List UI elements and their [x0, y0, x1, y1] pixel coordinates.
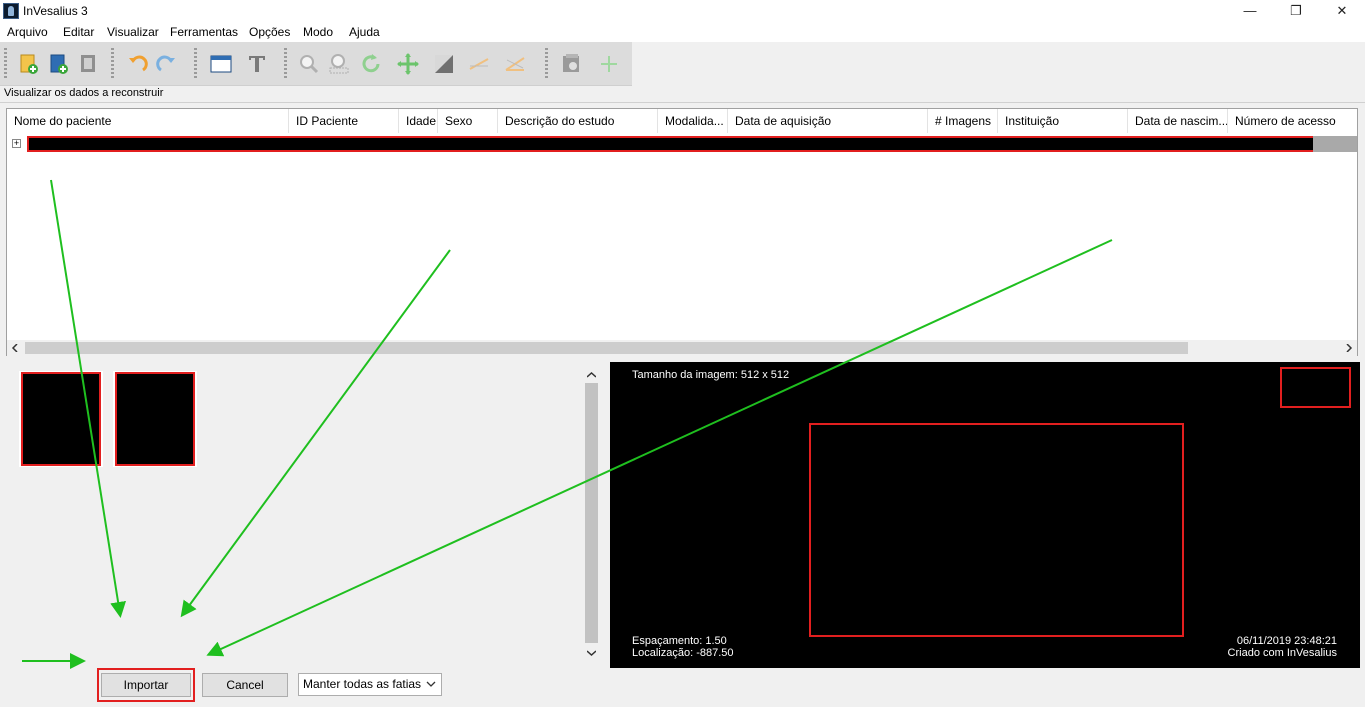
- pan-icon[interactable]: [395, 51, 421, 77]
- toolbar: [0, 42, 632, 86]
- contrast-icon[interactable]: [431, 51, 457, 77]
- column-header-institution[interactable]: Instituição: [998, 109, 1128, 133]
- menu-bar: Arquivo Editar Visualizar Ferramentas Op…: [0, 23, 1365, 42]
- minimize-button[interactable]: —: [1227, 0, 1273, 23]
- column-header-study-description[interactable]: Descrição do estudo: [498, 109, 658, 133]
- location-label: Localização: -887.50: [632, 647, 734, 659]
- window-title: InVesalius 3: [23, 4, 88, 18]
- toolbar-grip[interactable]: [4, 48, 7, 80]
- toolbar-grip[interactable]: [545, 48, 548, 80]
- close-button[interactable]: ✕: [1319, 0, 1365, 23]
- slice-option-select[interactable]: Manter todas as fatias: [298, 673, 442, 696]
- vertical-scrollbar[interactable]: [583, 365, 600, 662]
- slice-option-value: Manter todas as fatias: [303, 677, 422, 691]
- measure-linear-icon[interactable]: [466, 51, 492, 77]
- column-header-access-number[interactable]: Número de acesso: [1228, 109, 1357, 133]
- row-expander-icon[interactable]: +: [12, 139, 21, 148]
- scroll-up-icon[interactable]: [587, 371, 596, 379]
- scroll-left-icon[interactable]: [11, 344, 19, 352]
- column-header-age[interactable]: Idade: [399, 109, 438, 133]
- undo-icon[interactable]: [124, 51, 150, 77]
- credit-label: Criado com InVesalius: [1227, 647, 1337, 659]
- app-icon: [3, 3, 19, 19]
- datetime-label: 06/11/2019 23:48:21: [1236, 635, 1337, 647]
- patient-table[interactable]: Nome do paciente ID Paciente Idade Sexo …: [6, 108, 1358, 356]
- cancel-button[interactable]: Cancel: [202, 673, 288, 697]
- add-icon[interactable]: [596, 51, 622, 77]
- menu-opcoes[interactable]: Opções: [249, 25, 290, 39]
- column-header-patient-id[interactable]: ID Paciente: [289, 109, 399, 133]
- import-other-icon[interactable]: [46, 51, 72, 77]
- toolbar-background: [632, 42, 1365, 85]
- measure-angle-icon[interactable]: [502, 51, 528, 77]
- zoom-icon[interactable]: [296, 51, 322, 77]
- slice-thumbnail[interactable]: [115, 372, 195, 466]
- table-row-remainder: [1313, 136, 1357, 152]
- chevron-down-icon: [426, 681, 436, 687]
- open-project-icon[interactable]: [76, 51, 102, 77]
- column-header-modality[interactable]: Modalida...: [658, 109, 728, 133]
- menu-editar[interactable]: Editar: [63, 25, 94, 39]
- toolbar-grip[interactable]: [111, 48, 114, 80]
- slice-editor-icon[interactable]: [559, 51, 585, 77]
- title-bar: InVesalius 3 — ❐ ✕: [0, 0, 1365, 23]
- column-header-sex[interactable]: Sexo: [438, 109, 498, 133]
- menu-modo[interactable]: Modo: [303, 25, 333, 39]
- column-header-images[interactable]: # Imagens: [928, 109, 998, 133]
- text-icon[interactable]: [244, 51, 270, 77]
- redacted-region: [1280, 367, 1351, 408]
- section-divider: [0, 102, 1365, 103]
- section-label: Visualizar os dados a reconstruir: [4, 87, 164, 99]
- table-row[interactable]: [27, 136, 1315, 152]
- redo-icon[interactable]: [154, 51, 180, 77]
- image-size-label: Tamanho da imagem: 512 x 512: [632, 369, 790, 381]
- window-layout-icon[interactable]: [208, 51, 234, 77]
- menu-arquivo[interactable]: Arquivo: [7, 25, 48, 39]
- scroll-right-icon[interactable]: [1345, 344, 1353, 352]
- menu-ajuda[interactable]: Ajuda: [349, 25, 380, 39]
- slice-thumbnail[interactable]: [21, 372, 101, 466]
- column-header-birth-date[interactable]: Data de nascim...: [1128, 109, 1228, 133]
- vertical-scroll-thumb[interactable]: [585, 383, 598, 643]
- import-dicom-icon[interactable]: [16, 51, 42, 77]
- horizontal-scroll-thumb[interactable]: [25, 342, 1188, 354]
- scroll-down-icon[interactable]: [587, 649, 596, 657]
- column-header-patient-name[interactable]: Nome do paciente: [7, 109, 289, 133]
- rotate-icon[interactable]: [358, 51, 384, 77]
- redacted-region: [809, 423, 1184, 637]
- image-preview[interactable]: Tamanho da imagem: 512 x 512 Espaçamento…: [610, 362, 1360, 668]
- horizontal-scrollbar[interactable]: [7, 340, 1357, 356]
- toolbar-grip[interactable]: [194, 48, 197, 80]
- restore-button[interactable]: ❐: [1273, 0, 1319, 23]
- zoom-select-icon[interactable]: [326, 51, 352, 77]
- menu-ferramentas[interactable]: Ferramentas: [170, 25, 238, 39]
- spacing-label: Espaçamento: 1.50: [632, 635, 727, 647]
- toolbar-grip[interactable]: [284, 48, 287, 80]
- menu-visualizar[interactable]: Visualizar: [107, 25, 159, 39]
- import-button[interactable]: Importar: [101, 673, 191, 697]
- column-header-acquisition-date[interactable]: Data de aquisição: [728, 109, 928, 133]
